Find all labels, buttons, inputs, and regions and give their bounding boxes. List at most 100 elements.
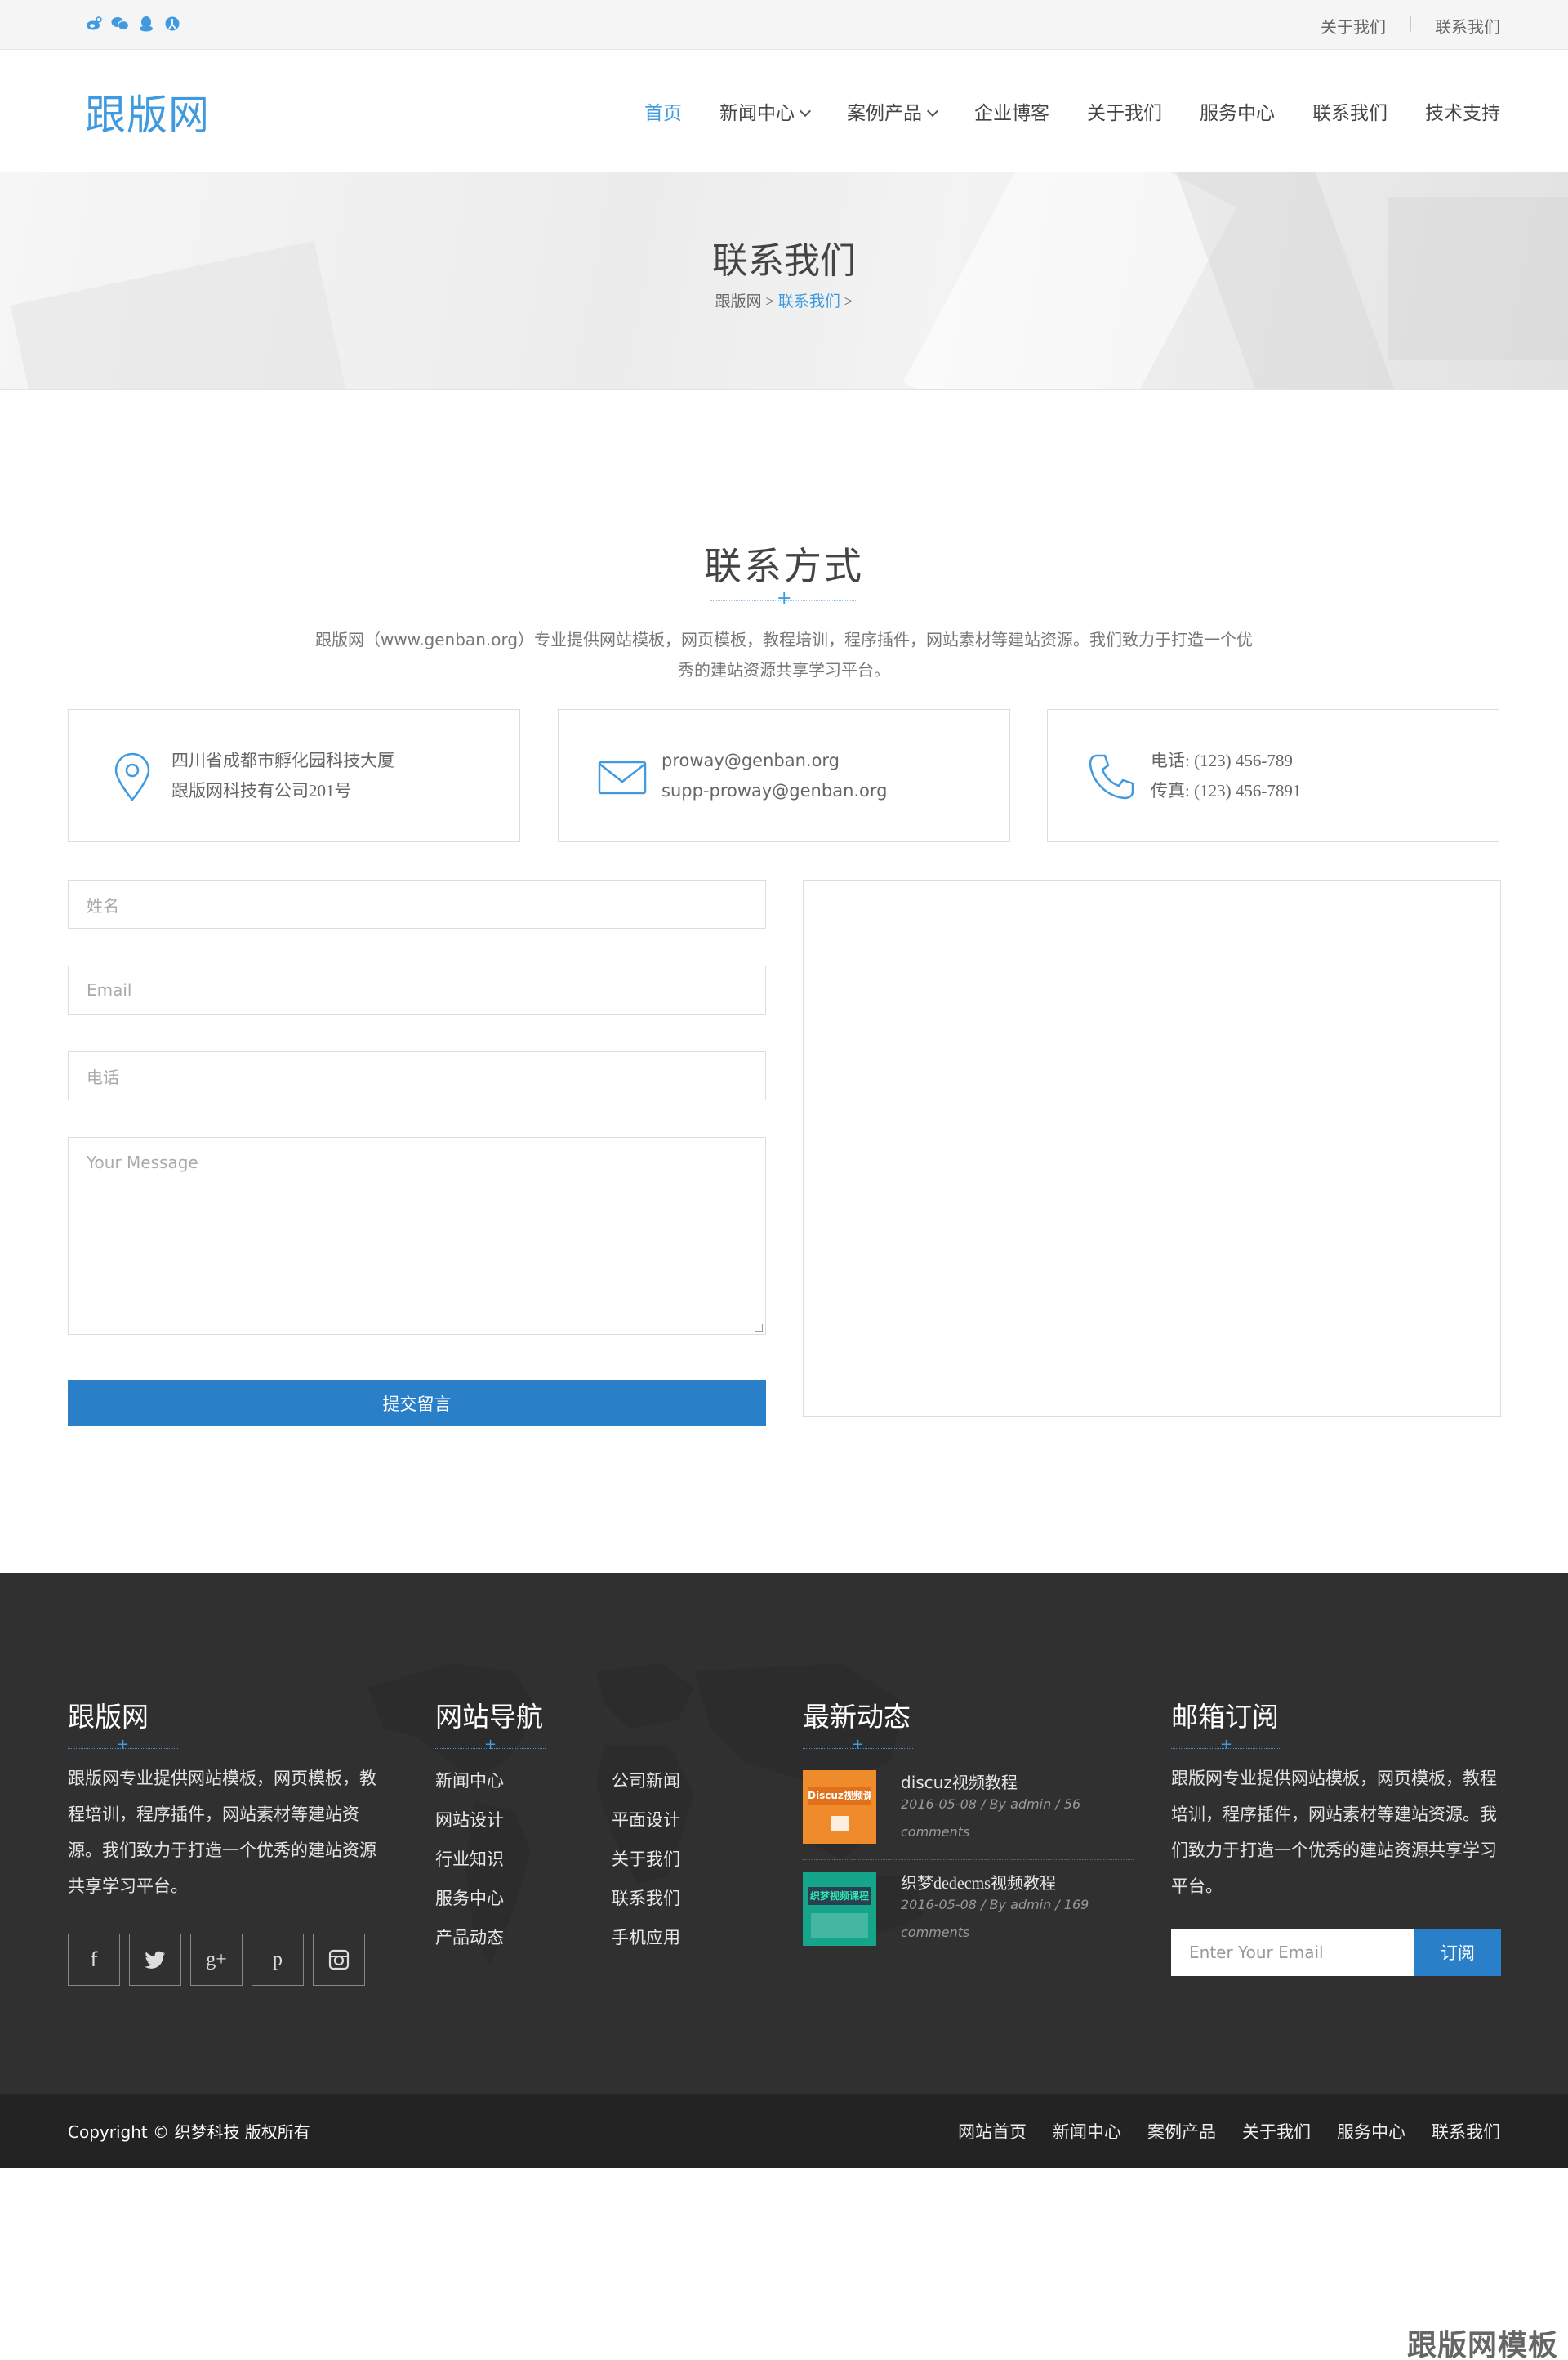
thumbnail-label: 织梦视频课程 bbox=[808, 1887, 871, 1905]
footer-subscribe-title: 邮箱订阅 bbox=[1171, 1703, 1279, 1733]
footer-nav-title: 网站导航 bbox=[435, 1703, 543, 1733]
footer-nav-link[interactable]: 新闻中心 bbox=[435, 1768, 504, 1792]
divider-plus-icon: + bbox=[117, 1736, 130, 1753]
google-plus-icon[interactable]: g+ bbox=[190, 1934, 243, 1986]
divider-plus-icon: + bbox=[777, 588, 792, 609]
nav-item-contact[interactable]: 联系我们 bbox=[1312, 97, 1388, 125]
phone-icon bbox=[1085, 751, 1138, 803]
renren-icon[interactable] bbox=[163, 15, 181, 33]
footer-nav-link[interactable]: 网站设计 bbox=[435, 1807, 504, 1831]
address-card: 四川省成都市孵化园科技大厦 跟版网科技有公司201号 bbox=[68, 709, 520, 842]
footer-nav-link[interactable]: 公司新闻 bbox=[612, 1768, 680, 1792]
monitor-icon bbox=[831, 1816, 849, 1831]
message-textarea[interactable]: Your Message bbox=[68, 1137, 766, 1335]
nav-item-blog[interactable]: 企业博客 bbox=[974, 97, 1049, 125]
page-banner: 联系我们 跟版网 > 联系我们 > bbox=[0, 172, 1568, 390]
breadcrumb-separator: > bbox=[761, 293, 778, 310]
post-comments: comments bbox=[901, 1925, 970, 1940]
banner-title: 联系我们 bbox=[712, 241, 856, 281]
name-input[interactable]: 姓名 bbox=[68, 880, 766, 929]
qq-icon[interactable] bbox=[137, 15, 155, 33]
breadcrumb-current[interactable]: 联系我们 bbox=[778, 293, 840, 310]
top-link-about[interactable]: 关于我们 bbox=[1321, 14, 1386, 38]
location-icon bbox=[106, 751, 158, 803]
footer-nav-link[interactable]: 手机应用 bbox=[612, 1925, 680, 1949]
post-date-author: 2016-05-08 / By admin / 169 bbox=[901, 1897, 1089, 1912]
email-input[interactable]: Email bbox=[68, 966, 766, 1015]
nav-item-support[interactable]: 技术支持 bbox=[1425, 97, 1500, 125]
bottom-link-products[interactable]: 案例产品 bbox=[1147, 2119, 1216, 2144]
section-title: 联系方式 bbox=[704, 546, 864, 587]
subscribe-button[interactable]: 订阅 bbox=[1414, 1929, 1501, 1976]
footer-about-text: 跟版网专业提供网站模板，网页模板，教程培训，程序插件，网站素材等建站资源。我们致… bbox=[68, 1769, 376, 1896]
watermark-logo: 跟版网模板 bbox=[1406, 2329, 1558, 2360]
footer-nav-link[interactable]: 行业知识 bbox=[435, 1846, 504, 1871]
bottom-link-news[interactable]: 新闻中心 bbox=[1053, 2119, 1121, 2144]
footer-about-title: 跟版网 bbox=[68, 1703, 149, 1733]
phone-input[interactable]: 电话 bbox=[68, 1051, 766, 1100]
address-line-2: 跟版网科技有公司201号 bbox=[172, 781, 352, 801]
main-nav: 首页 新闻中心 案例产品 企业博客 关于我们 服务中心 联系我们 技术支持 bbox=[644, 97, 1500, 125]
footer-nav-link[interactable]: 平面设计 bbox=[612, 1807, 680, 1831]
weibo-icon[interactable] bbox=[85, 15, 103, 33]
twitter-icon[interactable] bbox=[129, 1934, 181, 1986]
address-line-1: 四川省成都市孵化园科技大厦 bbox=[172, 751, 394, 770]
email-card: proway@genban.org supp-proway@genban.org bbox=[558, 709, 1010, 842]
divider-plus-icon: + bbox=[484, 1736, 497, 1753]
divider-plus-icon: + bbox=[1220, 1736, 1233, 1753]
nav-item-news[interactable]: 新闻中心 bbox=[719, 97, 809, 125]
footer-nav-link[interactable]: 联系我们 bbox=[612, 1885, 680, 1910]
copyright-text: Copyright © 织梦科技 版权所有 bbox=[68, 2122, 310, 2142]
bottom-links: 网站首页 新闻中心 案例产品 关于我们 服务中心 联系我们 bbox=[958, 2119, 1500, 2144]
wechat-icon[interactable] bbox=[111, 15, 129, 33]
post-comments: comments bbox=[901, 1824, 970, 1840]
footer-nav-link[interactable]: 关于我们 bbox=[612, 1846, 680, 1871]
submit-button[interactable]: 提交留言 bbox=[68, 1380, 766, 1426]
top-link-separator: | bbox=[1408, 14, 1412, 32]
breadcrumb: 跟版网 > 联系我们 > bbox=[0, 289, 1568, 311]
bottom-bar: Copyright © 织梦科技 版权所有 网站首页 新闻中心 案例产品 关于我… bbox=[0, 2094, 1568, 2168]
breadcrumb-separator: > bbox=[840, 293, 853, 310]
post-meta: 2016-05-08 / By admin / 169 comments bbox=[901, 1891, 1146, 1947]
bottom-link-about[interactable]: 关于我们 bbox=[1242, 2119, 1311, 2144]
footer-subscribe-text: 跟版网专业提供网站模板，网页模板，教程培训，程序插件，网站素材等建站资源。我们致… bbox=[1171, 1769, 1497, 1896]
top-link-contact[interactable]: 联系我们 bbox=[1435, 14, 1500, 38]
bottom-link-contact[interactable]: 联系我们 bbox=[1432, 2119, 1500, 2144]
map-panel[interactable] bbox=[803, 880, 1501, 1417]
bottom-link-service[interactable]: 服务中心 bbox=[1337, 2119, 1405, 2144]
email-line-1[interactable]: proway@genban.org bbox=[662, 746, 888, 776]
post-title[interactable]: 织梦dedecms视频教程 bbox=[901, 1870, 1056, 1894]
facebook-icon[interactable]: f bbox=[68, 1934, 120, 1986]
post-date-author: 2016-05-08 / By admin / 56 bbox=[901, 1796, 1081, 1812]
top-bar: 关于我们 | 联系我们 bbox=[0, 0, 1568, 50]
site-logo[interactable]: 跟版网 bbox=[85, 83, 210, 141]
site-header: 跟版网 首页 新闻中心 案例产品 企业博客 关于我们 服务中心 联系我们 技术支… bbox=[0, 50, 1568, 172]
phone-card: 电话: (123) 456-789 传真: (123) 456-7891 bbox=[1047, 709, 1499, 842]
nav-item-about[interactable]: 关于我们 bbox=[1087, 97, 1162, 125]
bottom-link-home[interactable]: 网站首页 bbox=[958, 2119, 1027, 2144]
footer-nav-link[interactable]: 产品动态 bbox=[435, 1925, 504, 1949]
thumbnail-graphic bbox=[811, 1913, 868, 1938]
footer-news-title: 最新动态 bbox=[803, 1703, 911, 1733]
top-social bbox=[85, 15, 181, 33]
email-line-2[interactable]: supp-proway@genban.org bbox=[662, 776, 888, 806]
breadcrumb-home[interactable]: 跟版网 bbox=[715, 293, 762, 310]
pinterest-icon[interactable]: p bbox=[252, 1934, 304, 1986]
nav-item-products[interactable]: 案例产品 bbox=[847, 97, 937, 125]
nav-item-home[interactable]: 首页 bbox=[644, 97, 682, 125]
instagram-icon[interactable] bbox=[313, 1934, 365, 1986]
divider-plus-icon: + bbox=[852, 1736, 865, 1753]
nav-item-service[interactable]: 服务中心 bbox=[1200, 97, 1275, 125]
phone-line: 电话: (123) 456-789 bbox=[1151, 751, 1293, 770]
post-separator bbox=[803, 1859, 1134, 1860]
envelope-icon bbox=[596, 751, 648, 803]
post-thumbnail[interactable]: Discuz视频课程 bbox=[803, 1770, 876, 1844]
section-intro: 跟版网（www.genban.org）专业提供网站模板，网页模板，教程培训，程序… bbox=[314, 630, 1254, 680]
fax-line: 传真: (123) 456-7891 bbox=[1151, 781, 1302, 801]
post-title[interactable]: discuz视频教程 bbox=[901, 1769, 1018, 1793]
post-thumbnail[interactable]: 织梦视频课程 bbox=[803, 1872, 876, 1946]
thumbnail-label: Discuz视频课程 bbox=[808, 1787, 871, 1805]
footer-nav-link[interactable]: 服务中心 bbox=[435, 1885, 504, 1910]
post-meta: 2016-05-08 / By admin / 56 comments bbox=[901, 1791, 1146, 1846]
subscribe-email-input[interactable]: Enter Your Email bbox=[1171, 1929, 1414, 1976]
